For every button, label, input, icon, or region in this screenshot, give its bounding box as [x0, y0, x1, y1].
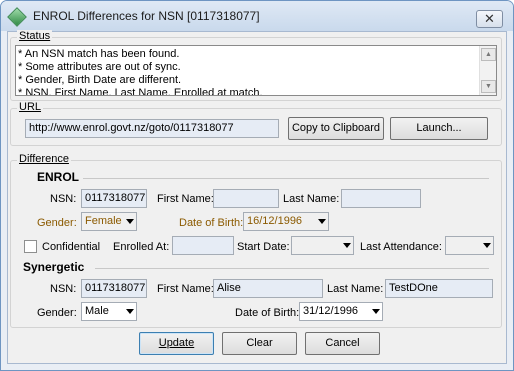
copy-to-clipboard-button[interactable]: Copy to Clipboard [288, 117, 384, 140]
chevron-down-icon [126, 309, 134, 314]
synergetic-last-name-field[interactable]: TestDOne [385, 279, 493, 298]
enrolled-at-field[interactable] [172, 236, 234, 255]
chevron-down-icon [343, 243, 351, 248]
confidential-checkbox[interactable] [24, 240, 37, 253]
enrol-dob-label: Date of Birth: [179, 217, 244, 229]
scroll-down-icon[interactable]: ▼ [481, 80, 496, 93]
enrol-gender-value: Female [85, 215, 122, 227]
app-diamond-icon [7, 7, 27, 27]
status-group: Status * An NSN match has been found. * … [10, 30, 502, 101]
enrol-nsn-label: NSN: [50, 193, 77, 205]
status-legend: Status [17, 30, 53, 42]
enrol-gender-dropdown[interactable]: Female [81, 212, 137, 231]
synergetic-nsn-label: NSN: [50, 283, 77, 295]
status-textbox[interactable]: * An NSN match has been found. * Some at… [15, 45, 497, 96]
status-line: * An NSN match has been found. [18, 48, 180, 60]
enrolled-at-label: Enrolled At: [113, 241, 170, 253]
enrol-divider [83, 178, 489, 179]
status-line: * Gender, Birth Date are different. [18, 74, 182, 86]
enrol-dob-value: 16/12/1996 [247, 215, 303, 227]
status-scrollbar[interactable]: ▲ ▼ [479, 46, 496, 95]
enrol-first-name-field[interactable] [213, 189, 279, 208]
enrol-heading: ENROL [37, 170, 79, 184]
synergetic-dob-value: 31/12/1996 [303, 305, 359, 317]
synergetic-dob-label: Date of Birth: [235, 307, 300, 319]
synergetic-dob-dropdown[interactable]: 31/12/1996 [299, 302, 383, 321]
dialog-body: Status * An NSN match has been found. * … [7, 30, 507, 364]
update-button[interactable]: Update [139, 332, 214, 355]
synergetic-first-name-label: First Name: [157, 283, 214, 295]
start-date-dropdown[interactable] [291, 236, 354, 255]
confidential-label: Confidential [42, 241, 101, 253]
enrol-last-name-field[interactable] [341, 189, 421, 208]
synergetic-last-name-label: Last Name: [327, 283, 384, 295]
synergetic-gender-value: Male [85, 305, 109, 317]
enrol-gender-label: Gender: [37, 217, 77, 229]
chevron-down-icon [126, 219, 134, 224]
enrol-last-name-label: Last Name: [283, 193, 340, 205]
synergetic-heading: Synergetic [23, 260, 85, 274]
url-group: URL http://www.enrol.govt.nz/goto/011731… [10, 101, 502, 146]
difference-legend: Difference [17, 153, 71, 165]
last-attendance-label: Last Attendance: [360, 241, 442, 253]
title-bar[interactable]: ENROL Differences for NSN [0117318077] ✕ [1, 1, 513, 31]
url-legend: URL [17, 101, 44, 113]
chevron-down-icon [318, 219, 326, 224]
start-date-label: Start Date: [237, 241, 290, 253]
synergetic-nsn-field[interactable]: 0117318077 [81, 279, 147, 298]
close-button[interactable]: ✕ [476, 10, 503, 28]
synergetic-divider [95, 268, 489, 269]
last-attendance-dropdown[interactable] [445, 236, 494, 255]
launch-button[interactable]: Launch... [390, 117, 488, 140]
chevron-down-icon [483, 243, 491, 248]
enrol-differences-dialog: ENROL Differences for NSN [0117318077] ✕… [0, 0, 514, 371]
enrol-nsn-field[interactable]: 0117318077 [81, 189, 147, 208]
difference-group: Difference ENROL NSN: 0117318077 First N… [10, 153, 502, 328]
status-line: * Some attributes are out of sync. [18, 61, 181, 73]
enrol-dob-dropdown[interactable]: 16/12/1996 [243, 212, 329, 231]
synergetic-gender-label: Gender: [37, 307, 77, 319]
update-button-label: Update [158, 337, 195, 349]
enrol-first-name-label: First Name: [157, 193, 214, 205]
scroll-up-icon[interactable]: ▲ [481, 48, 496, 61]
synergetic-first-name-field[interactable]: Alise [213, 279, 323, 298]
url-field[interactable]: http://www.enrol.govt.nz/goto/0117318077 [25, 119, 279, 138]
window-title: ENROL Differences for NSN [0117318077] [33, 9, 260, 23]
cancel-button[interactable]: Cancel [305, 332, 380, 355]
chevron-down-icon [372, 309, 380, 314]
synergetic-gender-dropdown[interactable]: Male [81, 302, 137, 321]
status-line: * NSN, First Name, Last Name, Enrolled a… [18, 87, 263, 96]
clear-button[interactable]: Clear [222, 332, 297, 355]
